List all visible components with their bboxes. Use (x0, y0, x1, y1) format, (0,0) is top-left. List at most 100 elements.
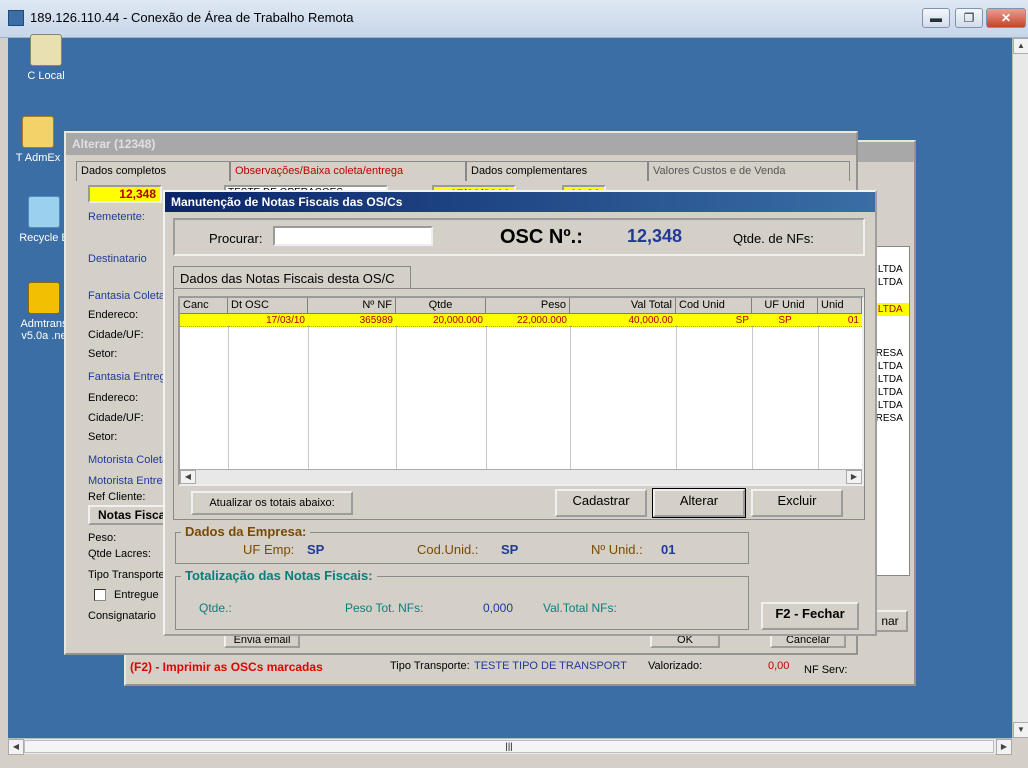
table-cell-cod-unid[interactable]: SP (676, 314, 752, 327)
restore-button[interactable]: ❐ (955, 8, 983, 28)
table-cell-canc[interactable] (180, 314, 228, 327)
n-unid-value: 01 (661, 542, 676, 557)
entregue-checkbox[interactable] (94, 589, 106, 601)
cod-unid-label: Cod.Unid.: (417, 542, 479, 557)
grid-line (570, 327, 571, 470)
cod-unid-value: SP (501, 542, 519, 557)
column-header-dt-osc[interactable]: Dt OSC (228, 298, 308, 314)
minimize-button[interactable]: ▬ (922, 8, 950, 28)
tab-dados-completos[interactable]: Dados completos (76, 161, 230, 181)
column-header-qtde[interactable]: Qtde (396, 298, 486, 314)
truck-icon (28, 282, 60, 314)
cidade-entrega-label: Cidade/UF: (88, 412, 144, 424)
fantasia-entrega-label: Fantasia Entreg (88, 371, 166, 383)
scroll-left-arrow[interactable]: ◀ (180, 470, 196, 484)
qtde-lacres-label: Qtde Lacres: (88, 548, 151, 560)
grid-line (752, 327, 753, 470)
column-header-n-nf[interactable]: Nº NF (308, 298, 396, 314)
totalizacao-group (175, 576, 749, 630)
table-cell-qtde[interactable]: 20,000.000 (396, 314, 486, 327)
ref-cliente-label: Ref Cliente: (88, 491, 146, 503)
uf-emp-value: SP (307, 542, 325, 557)
column-header-canc[interactable]: Canc (180, 298, 228, 314)
column-header-uf-unid[interactable]: UF Unid (752, 298, 818, 314)
tab-dados-complementares[interactable]: Dados complementares (466, 161, 648, 181)
endereco-coleta-label: Endereco: (88, 309, 139, 321)
computer-icon (30, 34, 62, 66)
column-header-val-total[interactable]: Val Total (570, 298, 676, 314)
close-button[interactable]: ✕ (986, 8, 1026, 28)
fechar-button[interactable]: F2 - Fechar (761, 602, 859, 630)
grid-line (676, 327, 677, 470)
desktop-icon-label: C Local (27, 70, 65, 82)
scroll-right-arrow[interactable]: ▶ (996, 739, 1012, 755)
column-header-unid[interactable]: Unid (818, 298, 862, 314)
val-total-label: Val.Total NFs: (543, 601, 617, 615)
remetente-label: Remetente: (88, 211, 145, 223)
atualizar-totais-button[interactable]: Atualizar os totais abaixo: (191, 491, 353, 515)
notas-fiscais-button[interactable]: Notas Fisca (88, 505, 168, 525)
grid-line (396, 327, 397, 470)
destinatario-label: Destinatario (88, 253, 147, 265)
motorista-entrega-label: Motorista Entreg (88, 475, 169, 487)
motorista-coleta-label: Motorista Coleta (88, 454, 169, 466)
alterar-button[interactable]: Alterar (652, 488, 746, 518)
grid-line (228, 327, 229, 470)
scroll-thumb[interactable]: ||| (24, 740, 994, 753)
rdp-window-title: 189.126.110.44 - Conexão de Área de Trab… (30, 10, 354, 25)
table-cell-uf-unid[interactable]: SP (752, 314, 818, 327)
peso-label: Peso: (88, 532, 117, 544)
osc-number-label: OSC Nº.: (500, 226, 583, 248)
search-panel: Procurar: OSC Nº.: 12,348 Qtde. de NFs: (173, 218, 865, 256)
totalizacao-title: Totalização das Notas Fiscais: (181, 568, 377, 583)
grid-line (818, 327, 819, 470)
procurar-input[interactable] (273, 226, 433, 246)
scroll-left-arrow[interactable]: ◀ (8, 739, 24, 755)
tab-valores-custos[interactable]: Valores Custos e de Venda (648, 161, 850, 181)
grid-horizontal-scrollbar[interactable]: ◀ ▶ (180, 469, 862, 484)
desktop-icon-c-local[interactable]: C Local (8, 34, 84, 82)
entregue-label: Entregue (114, 589, 159, 601)
scroll-right-arrow[interactable]: ▶ (846, 470, 862, 484)
column-header-peso[interactable]: Peso (486, 298, 570, 314)
grid-line (308, 327, 309, 470)
table-cell-unid[interactable]: 01 (818, 314, 862, 327)
nf-serv-label: NF Serv: (804, 664, 848, 676)
dialog-title: Manutenção de Notas Fiscais das OS/Cs (165, 192, 875, 212)
qtde-total-label: Qtde.: (199, 601, 232, 615)
osc-number-value: 12,348 (627, 226, 683, 246)
n-unid-label: Nº Unid.: (591, 542, 643, 557)
cadastrar-button[interactable]: Cadastrar (555, 489, 647, 517)
valorizado-value: 0,00 (768, 660, 790, 672)
osc-number-field[interactable]: 12,348 (88, 185, 162, 203)
scroll-up-arrow[interactable]: ▲ (1013, 38, 1028, 54)
tipo-transporte-label: Tipo Transporte (88, 569, 165, 581)
consignatario-label: Consignatario (88, 610, 156, 622)
notas-fiscais-grid[interactable]: Canc Dt OSC Nº NF Qtde Peso Val Total Co… (178, 296, 864, 486)
table-cell-peso[interactable]: 22,000.000 (486, 314, 570, 327)
table-cell-dt-osc[interactable]: 17/03/10 (228, 314, 308, 327)
procurar-label: Procurar: (209, 231, 263, 246)
cidade-coleta-label: Cidade/UF: (88, 329, 144, 341)
setor-entrega-label: Setor: (88, 431, 118, 443)
column-header-cod-unid[interactable]: Cod Unid (676, 298, 752, 314)
recycle-bin-icon (28, 196, 60, 228)
scroll-down-arrow[interactable]: ▼ (1013, 722, 1028, 738)
dados-empresa-title: Dados da Empresa: (181, 524, 311, 539)
excluir-button[interactable]: Excluir (751, 489, 843, 517)
valorizado-label: Valorizado: (648, 660, 703, 672)
back-action-button[interactable]: nar (872, 610, 908, 632)
folder-icon (22, 116, 54, 148)
table-cell-n-nf[interactable]: 365989 (308, 314, 396, 327)
vertical-scrollbar[interactable]: ▲ ▼ (1012, 38, 1028, 738)
horizontal-scrollbar[interactable]: ◀ ||| ▶ (8, 738, 1012, 755)
table-cell-val-total[interactable]: 40,000.00 (570, 314, 676, 327)
qtde-nfs-label: Qtde. de NFs: (733, 231, 814, 246)
tipo-transporte-label: Tipo Transporte: (390, 660, 470, 672)
fantasia-coleta-label: Fantasia Coleta: (88, 290, 169, 302)
uf-emp-label: UF Emp: (243, 542, 295, 557)
alterar-window-title: Alterar (12348) (66, 133, 856, 155)
remote-desktop-icon (8, 10, 24, 26)
tab-observacoes[interactable]: Observações/Baixa coleta/entrega (230, 161, 466, 181)
tab-dados-notas-fiscais[interactable]: Dados das Notas Fiscais desta OS/C (173, 266, 411, 288)
